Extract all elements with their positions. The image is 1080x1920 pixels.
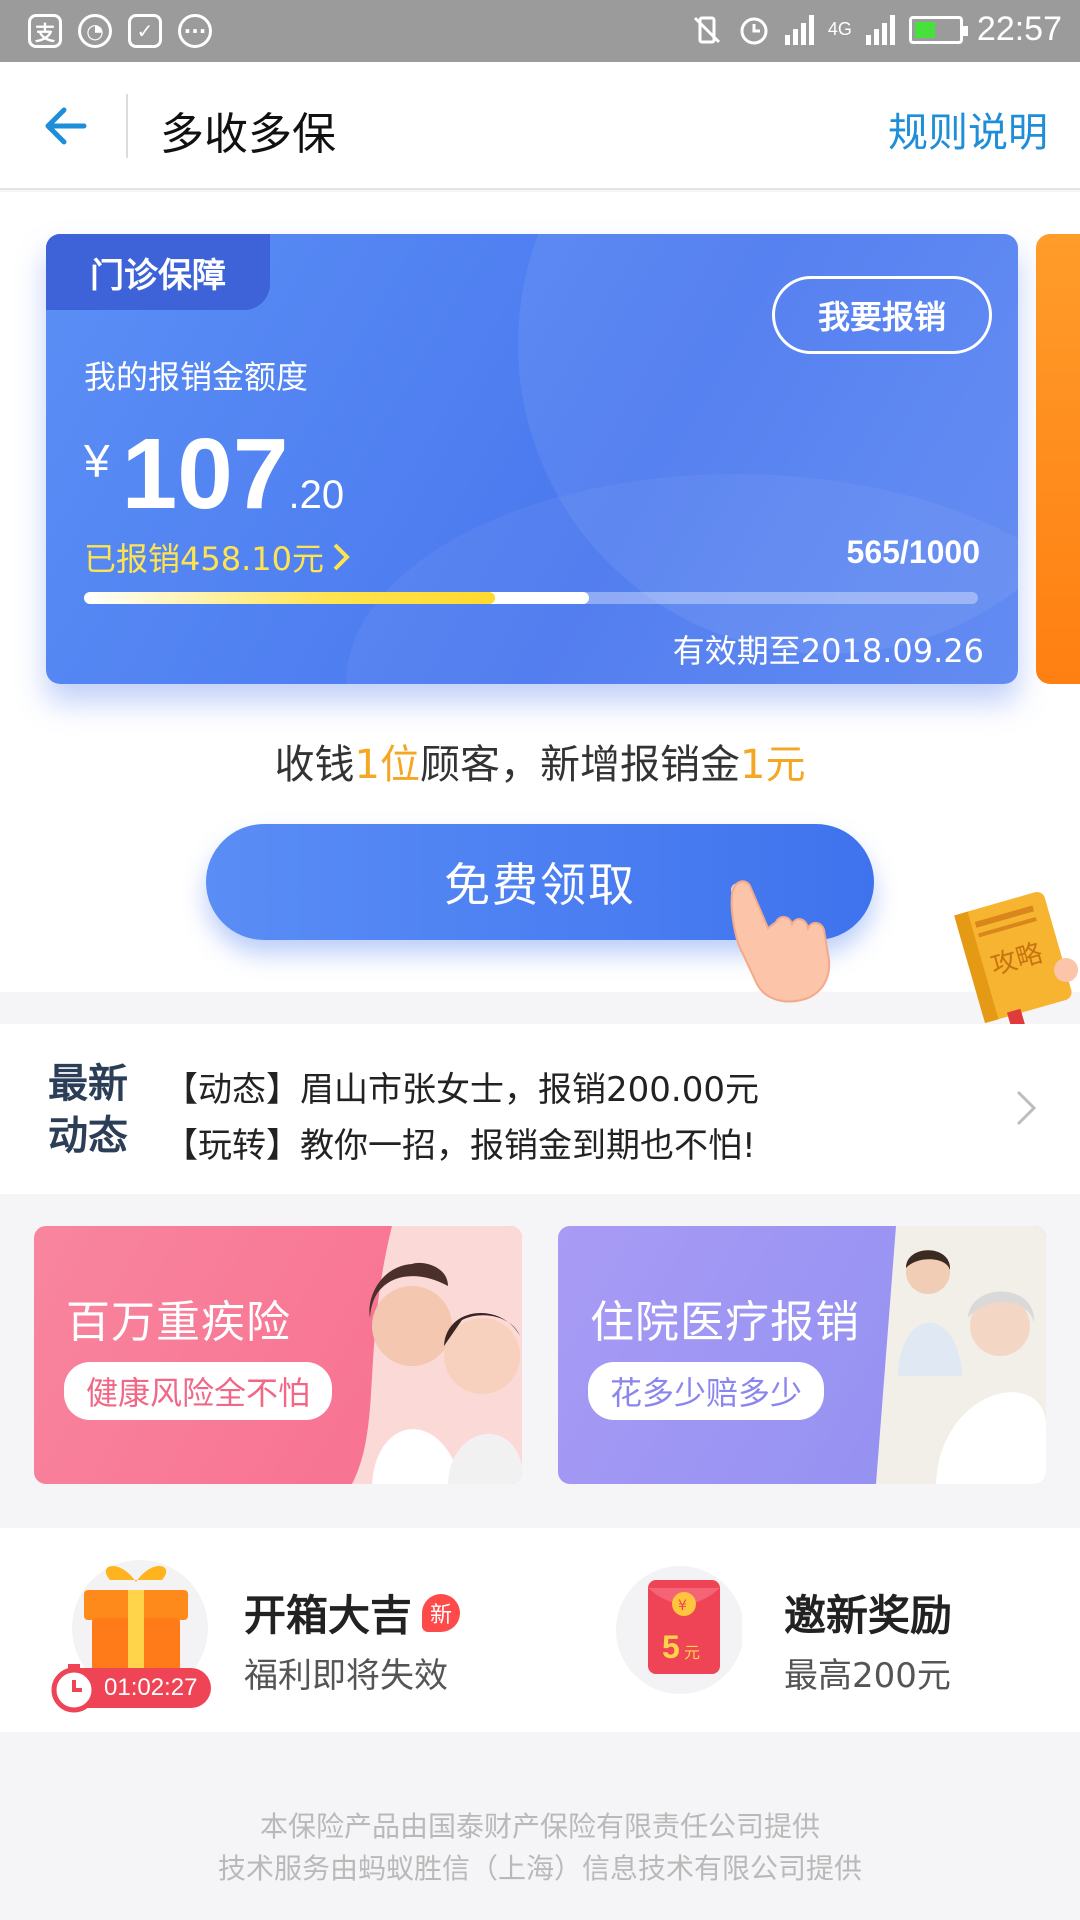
feature-title: 开箱大吉 新 xyxy=(244,1582,461,1643)
alipay-icon: 支 xyxy=(28,14,62,48)
signal-4g-icon xyxy=(865,14,895,45)
alarm-icon xyxy=(740,17,768,44)
system-icons: 4G 22:57 xyxy=(691,10,1062,49)
reimbursed-link[interactable]: 已报销458.10元 xyxy=(84,534,350,580)
feature-subtitle: 最高200元 xyxy=(784,1656,951,1696)
nav-header: 多收多保 规则说明 xyxy=(0,62,1080,190)
red-envelope-amount: 5 xyxy=(662,1629,680,1665)
feature-subtitle: 福利即将失效 xyxy=(244,1656,448,1696)
footer-disclaimer: 本保险产品由国泰财产保险有限责任公司提供 技术服务由蚂蚁胜信（上海）信息技术有限… xyxy=(0,1732,1080,1920)
quota-amount: ¥ 107 .20 xyxy=(84,424,344,524)
claim-button[interactable]: 我要报销 xyxy=(772,276,992,354)
critical-illness-banner[interactable]: 百万重疾险 健康风险全不怕 xyxy=(34,1226,522,1484)
feature-title-text: 邀新奖励 xyxy=(784,1591,953,1640)
guide-book-icon[interactable]: 攻略 xyxy=(952,882,1080,1032)
news-section[interactable]: 最新 动态 【动态】眉山市张女士，报销200.00元 【玩转】教你一招，报销金到… xyxy=(0,1024,1080,1194)
network-type: 4G xyxy=(827,19,852,39)
invite-reward-feature[interactable]: ¥ 5 元 邀新奖励 最高200元 xyxy=(612,1564,1052,1704)
reimbursement-card[interactable]: 门诊保障 我要报销 我的报销金额度 ¥ 107 .20 已报销458.10元 5… xyxy=(46,234,1018,684)
banner-subtitle: 健康风险全不怕 xyxy=(64,1362,333,1420)
pointing-hand-icon xyxy=(730,880,831,1003)
signal-icon xyxy=(784,14,814,45)
amount-decimal: .20 xyxy=(288,473,345,517)
news-lines: 【动态】眉山市张女士，报销200.00元 【玩转】教你一招，报销金到期也不怕! xyxy=(164,1062,759,1174)
vibrate-off-icon xyxy=(693,16,720,43)
clock-time: 22:57 xyxy=(976,10,1062,48)
feature-title: 邀新奖励 xyxy=(784,1582,952,1643)
wechat-icon: ◔ xyxy=(78,14,112,48)
chevron-right-icon xyxy=(333,543,350,571)
footer-line: 本保险产品由国泰财产保险有限责任公司提供 xyxy=(259,1810,820,1843)
red-envelope-icon: ¥ 5 元 xyxy=(616,1566,742,1694)
progress-bar xyxy=(84,592,978,604)
valid-until: 有效期至2018.09.26 xyxy=(672,632,984,670)
next-card-peek[interactable] xyxy=(1036,234,1080,684)
news-item[interactable]: 【动态】眉山市张女士，报销200.00元 xyxy=(164,1062,759,1118)
news-badge-line1: 最新 xyxy=(48,1061,128,1107)
quota-label: 我的报销金额度 xyxy=(84,358,309,396)
promo-part2: 顾客，新增报销金 xyxy=(420,742,740,788)
amount-integer: 107 xyxy=(121,418,289,530)
news-badge: 最新 动态 xyxy=(48,1058,128,1162)
red-envelope-unit: 元 xyxy=(684,1643,700,1662)
feature-title-text: 开箱大吉 xyxy=(244,1591,413,1640)
red-envelope-symbol: ¥ xyxy=(678,1598,687,1614)
banner-title: 百万重疾险 xyxy=(66,1297,291,1348)
nurse-patient-photo xyxy=(876,1226,1046,1484)
new-badge: 新 xyxy=(422,1593,461,1632)
chevron-right-icon[interactable] xyxy=(1012,1086,1042,1130)
back-arrow-icon[interactable] xyxy=(38,98,94,154)
banner-title: 住院医疗报销 xyxy=(590,1297,860,1348)
promo-highlight-amount: 1元 xyxy=(740,742,806,788)
news-item[interactable]: 【玩转】教你一招，报销金到期也不怕! xyxy=(164,1118,759,1174)
promo-text: 收钱1位顾客，新增报销金1元 xyxy=(0,732,1080,790)
feature-section: 01:02:27 开箱大吉 新 福利即将失效 ¥ 5 元 邀新奖励 最高200元 xyxy=(0,1528,1080,1732)
more-dots-icon: ··· xyxy=(178,14,212,48)
footer-line: 技术服务由蚂蚁胜信（上海）信息技术有限公司提供 xyxy=(217,1852,862,1885)
promo-highlight-customers: 1位 xyxy=(354,742,420,788)
banner-subtitle: 花多少赔多少 xyxy=(588,1362,825,1420)
banner-section: 百万重疾险 健康风险全不怕 住院医疗报销 花多少赔多少 xyxy=(0,1196,1080,1528)
alarm-clock-icon xyxy=(51,1664,97,1713)
reimbursed-text: 已报销458.10元 xyxy=(84,540,324,578)
page-title: 多收多保 xyxy=(160,109,336,160)
progress-count: 565/1000 xyxy=(846,534,980,570)
mother-child-photo xyxy=(352,1226,522,1484)
currency-symbol: ¥ xyxy=(84,435,110,487)
promo-part1: 收钱 xyxy=(274,742,355,788)
open-box-feature[interactable]: 01:02:27 开箱大吉 新 福利即将失效 xyxy=(40,1560,520,1713)
progress-bar-highlight xyxy=(84,592,496,604)
card-tag: 门诊保障 xyxy=(46,234,270,310)
card-section: 门诊保障 我要报销 我的报销金额度 ¥ 107 .20 已报销458.10元 5… xyxy=(0,192,1080,1032)
header-divider xyxy=(126,94,128,158)
notification-icons: 支 ◔ ✓ ··· xyxy=(28,14,212,48)
hospital-reimbursement-banner[interactable]: 住院医疗报销 花多少赔多少 xyxy=(558,1226,1046,1484)
status-bar: 支 ◔ ✓ ··· 4G 22:57 xyxy=(0,0,1080,62)
battery-icon xyxy=(908,15,968,44)
news-badge-line2: 动态 xyxy=(48,1113,128,1159)
rules-link[interactable]: 规则说明 xyxy=(888,100,1048,158)
shield-icon: ✓ xyxy=(128,14,162,48)
